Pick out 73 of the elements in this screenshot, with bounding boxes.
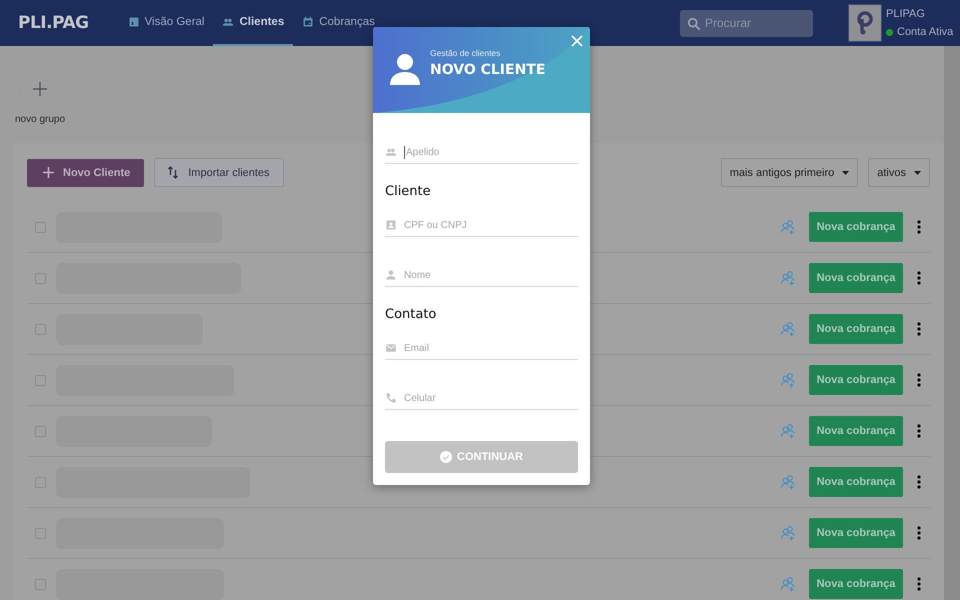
row-checkbox[interactable] [35,528,46,538]
sort-arrows-icon [168,166,178,179]
row-checkbox[interactable] [35,578,46,590]
person-icon [390,53,420,85]
more-options-icon [917,220,921,234]
new-charge-button[interactable]: Nova cobrança [809,263,903,293]
input-field[interactable]: Nome [404,264,578,286]
new-charge-button[interactable]: Nova cobrança [809,467,903,497]
dashboard-icon [128,16,140,28]
more-options-icon [917,526,921,540]
new-client-button[interactable]: Novo Cliente [27,158,144,186]
section-heading: Contato [385,307,438,322]
contact-card-icon [385,219,397,231]
dialog-title: NOVO CLIENTE [430,62,546,78]
account-status: Conta Ativa [897,26,954,38]
nav-tab[interactable]: Visão Geral [118,0,214,46]
row-checkbox[interactable] [35,476,46,488]
new-charge-button[interactable]: Nova cobrança [809,365,903,395]
close-icon [571,35,583,47]
search-icon [687,16,701,30]
caret-icon [842,170,850,174]
close-button[interactable] [570,34,584,48]
row-checkbox[interactable] [35,426,46,436]
add-person-icon [780,270,796,286]
add-person-icon [780,219,796,235]
calendar-icon [302,16,314,28]
sort-dropdown[interactable]: mais antigos primeiro [720,158,858,187]
people-icon [222,16,234,28]
input-field[interactable]: Celular [404,388,578,408]
more-options-icon [917,475,921,489]
add-group-button[interactable] [22,70,58,108]
nav-tab[interactable]: Clientes [213,0,294,46]
check-circle-icon [440,451,452,463]
new-charge-button[interactable]: Nova cobrança [809,212,903,242]
import-clients-button[interactable]: Importar clientes [154,158,284,187]
row-checkbox[interactable] [35,272,46,284]
new-charge-button[interactable]: Nova cobrança [809,569,903,599]
add-person-icon [780,321,796,337]
search-field[interactable]: Procurar [680,10,813,36]
more-options-icon [917,322,921,336]
plus-icon [43,167,54,178]
account-name: PLIPAG [886,8,926,20]
filter-dropdown[interactable]: ativos [868,158,930,187]
new-charge-button[interactable]: Nova cobrança [809,314,903,344]
person-icon [385,269,397,281]
input-field[interactable]: Email [404,338,578,358]
add-person-icon [780,474,796,490]
dialog-subtitle: Gestão de clientes [430,48,502,58]
add-person-icon [780,423,796,439]
plus-icon [33,82,47,96]
row-checkbox[interactable] [35,374,46,386]
more-options-icon [917,424,921,438]
new-charge-button[interactable]: Nova cobrança [809,416,903,446]
add-person-icon [780,372,796,388]
logo[interactable]: PLI.PAG [18,13,89,33]
more-options-icon [917,577,921,591]
account-logo [848,4,882,42]
new-charge-button[interactable]: Nova cobrança [809,518,903,548]
more-options-icon [917,373,921,387]
row-checkbox[interactable] [35,222,46,232]
add-group-label: novo grupo [14,114,66,125]
row-checkbox[interactable] [35,324,46,334]
mail-icon [385,342,397,354]
add-person-icon [780,525,796,541]
add-person-icon [780,576,796,592]
caret-icon [914,170,921,174]
nav-tab[interactable]: Cobranças [293,0,384,46]
phone-icon [385,392,397,404]
scrollbar[interactable] [944,46,960,600]
people-icon [385,146,397,158]
input-field[interactable]: CPF ou CNPJ [404,214,578,236]
section-heading: Cliente [385,184,432,199]
more-options-icon [917,271,921,285]
